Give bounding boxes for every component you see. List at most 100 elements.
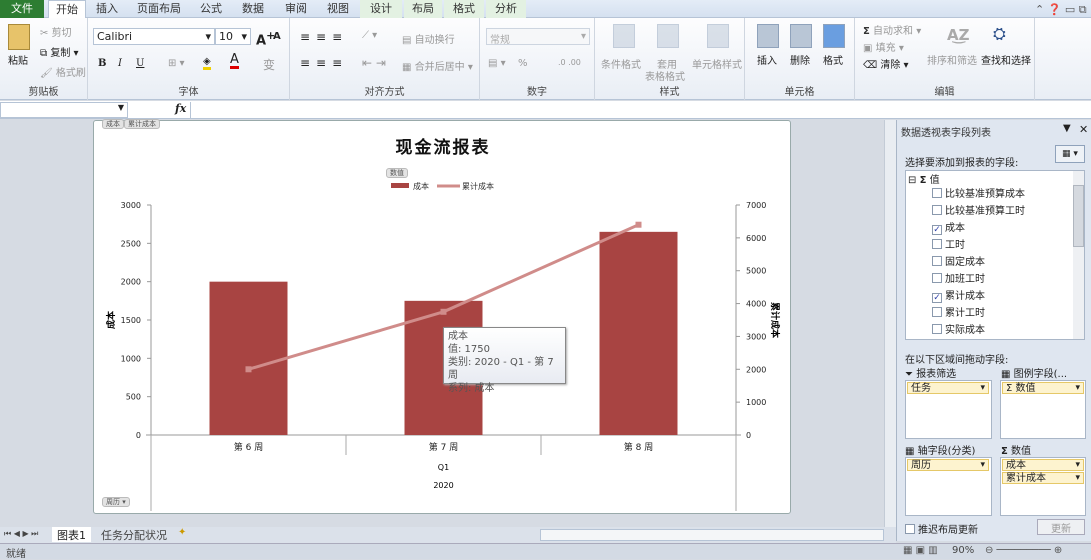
font-size-select[interactable]: 10 ▾ xyxy=(215,28,251,45)
phonetic-button[interactable]: 变 xyxy=(263,56,275,73)
editing-label: 编辑 xyxy=(934,87,955,98)
point-cumulative-cost[interactable] xyxy=(440,308,447,315)
field-item[interactable]: 加班工时 xyxy=(932,270,985,285)
panel-menu-button[interactable]: ▼ xyxy=(1063,123,1071,134)
wrap-text-button[interactable]: ▤ 自动换行 xyxy=(402,31,455,46)
field-checkbox[interactable] xyxy=(932,307,942,317)
insert-cells-button[interactable]: 插入 xyxy=(757,52,777,67)
tab-0[interactable]: 文件 xyxy=(0,0,44,18)
grid-icon: ▦ xyxy=(1001,369,1011,380)
sort-filter-button[interactable]: 排序和筛选 xyxy=(927,52,977,67)
tab-9[interactable]: 布局 xyxy=(404,0,442,18)
fill-button[interactable]: ▣ 填充 ▾ xyxy=(863,39,904,54)
field-checkbox[interactable] xyxy=(932,239,942,249)
values-root[interactable]: ⊟ Σ 值 xyxy=(908,171,940,186)
new-sheet-icon[interactable]: ✦ xyxy=(178,527,186,538)
sheet-tab-assignments[interactable]: 任务分配状况 xyxy=(96,527,172,542)
insert-function-button[interactable]: fx xyxy=(175,102,186,115)
layout-options-button[interactable]: ▦ ▾ xyxy=(1055,145,1085,163)
field-checkbox[interactable] xyxy=(932,273,942,283)
paste-button[interactable]: 粘贴 xyxy=(8,52,28,67)
field-checkbox[interactable]: ✓ xyxy=(932,225,942,235)
font-name-select[interactable]: Calibri ▾ xyxy=(93,28,215,45)
field-checkbox[interactable] xyxy=(932,256,942,266)
bold-button[interactable]: B xyxy=(98,58,106,69)
tab-11[interactable]: 分析 xyxy=(486,0,526,18)
legend-chip-values[interactable]: Σ 数值 xyxy=(1002,382,1084,394)
fill-color-button[interactable]: ◈ xyxy=(203,56,211,70)
field-item[interactable]: 实际成本 xyxy=(932,321,985,336)
bar-cost[interactable] xyxy=(209,281,288,435)
find-select-button[interactable]: 查找和选择 xyxy=(981,52,1031,67)
format-painter-button[interactable]: 🖌 格式刷 xyxy=(40,64,86,79)
field-checkbox[interactable] xyxy=(932,188,942,198)
field-item[interactable]: 比较基准预算工时 xyxy=(932,202,1025,217)
cell-styles-button[interactable]: 单元格样式 xyxy=(692,56,742,71)
view-buttons[interactable]: ▦ ▣ ▥ xyxy=(903,545,938,556)
merge-center-button[interactable]: ▦ 合并后居中 ▾ xyxy=(402,58,473,73)
editing-group: Σ 自动求和 ▾ ▣ 填充 ▾ ⌫ 清除 ▾ A͜Z 排序和筛选 ⛭ 查找和选择… xyxy=(855,18,1035,100)
formula-input[interactable] xyxy=(190,102,1080,118)
sheet-nav-buttons[interactable]: ⏮ ◀ ▶ ⏭ xyxy=(4,529,38,539)
point-cumulative-cost[interactable] xyxy=(245,366,252,373)
field-checkbox[interactable] xyxy=(932,324,942,334)
window-controls[interactable]: ⌃ ❓ ▭ ⧉ ✕ xyxy=(1035,3,1091,17)
orientation-button[interactable]: ⟋ ▾ xyxy=(362,30,377,41)
tab-6[interactable]: 审阅 xyxy=(276,0,316,18)
values-chip-cost[interactable]: 成本 xyxy=(1002,459,1084,471)
tab-3[interactable]: 页面布局 xyxy=(128,0,190,18)
update-button[interactable]: 更新 xyxy=(1037,519,1085,535)
vertical-scrollbar[interactable] xyxy=(884,120,896,541)
legend-swatch-cost[interactable] xyxy=(391,183,409,188)
field-item[interactable]: ✓ 累计成本 xyxy=(932,287,985,303)
horizontal-align-buttons[interactable]: ≡≡≡ xyxy=(300,56,348,70)
point-cumulative-cost[interactable] xyxy=(635,221,642,228)
field-item[interactable]: 比较基准预算成本 xyxy=(932,185,1025,200)
panel-close-button[interactable]: ✕ xyxy=(1079,123,1088,136)
font-color-button[interactable]: A xyxy=(230,53,239,69)
sheet-tab-chart1[interactable]: 图表1 xyxy=(52,527,91,542)
tab-7[interactable]: 视图 xyxy=(318,0,358,18)
horizontal-scrollbar[interactable] xyxy=(540,529,884,541)
field-list-scrollbar[interactable] xyxy=(1073,171,1084,339)
defer-update-checkbox[interactable]: 推迟布局更新 xyxy=(905,521,978,536)
axis-chip-weeks[interactable]: 周历 xyxy=(907,459,989,471)
cells-group: 插入 删除 格式 单元格 xyxy=(745,18,855,100)
filter-chip-task[interactable]: 任务 xyxy=(907,382,989,394)
percent-button[interactable]: % xyxy=(518,58,528,69)
shrink-font-button[interactable]: A xyxy=(273,31,281,42)
tab-10[interactable]: 格式 xyxy=(444,0,484,18)
vertical-align-buttons[interactable]: ≡≡≡ xyxy=(300,30,348,44)
number-format-select[interactable]: 常规 ▾ xyxy=(486,28,590,46)
values-chip-cumulative-cost[interactable]: 累计成本 xyxy=(1002,472,1084,484)
category-label: 第 7 周 xyxy=(429,441,458,453)
decimal-buttons[interactable]: .0 .00 xyxy=(558,58,581,67)
tab-4[interactable]: 公式 xyxy=(192,0,230,18)
field-checkbox[interactable]: ✓ xyxy=(932,293,942,303)
cut-button[interactable]: ✂ 剪切 xyxy=(40,24,72,39)
field-item[interactable]: ✓ 成本 xyxy=(932,219,965,235)
field-item[interactable]: 工时 xyxy=(932,236,965,251)
delete-cells-button[interactable]: 删除 xyxy=(790,52,810,67)
conditional-format-button[interactable]: 条件格式 xyxy=(601,56,641,71)
tab-1[interactable]: 开始 xyxy=(48,0,86,19)
underline-button[interactable]: U xyxy=(136,58,144,69)
autosum-button[interactable]: Σ 自动求和 ▾ xyxy=(863,22,921,37)
tab-5[interactable]: 数据 xyxy=(232,0,274,18)
bar-cost[interactable] xyxy=(599,231,678,435)
field-checkbox[interactable] xyxy=(932,205,942,215)
field-item[interactable]: 累计工时 xyxy=(932,304,985,319)
format-cells-button[interactable]: 格式 xyxy=(823,52,843,67)
left-tick-label: 1500 xyxy=(121,316,141,325)
name-box[interactable]: ▼ xyxy=(0,102,128,118)
field-item[interactable]: 固定成本 xyxy=(932,253,985,268)
zoom-slider[interactable]: ⊖ ───────── ⊕ xyxy=(985,545,1085,556)
clear-button[interactable]: ⌫ 清除 ▾ xyxy=(863,56,909,71)
currency-button[interactable]: ▤ ▾ xyxy=(488,58,506,69)
tab-8[interactable]: 设计 xyxy=(360,0,402,18)
tab-2[interactable]: 插入 xyxy=(88,0,126,18)
copy-button[interactable]: ⧉ 复制 ▾ xyxy=(40,44,79,59)
italic-button[interactable]: I xyxy=(118,58,122,69)
indent-buttons[interactable]: ⇤ ⇥ xyxy=(362,56,386,70)
border-button[interactable]: ⊞ ▾ xyxy=(168,58,185,69)
